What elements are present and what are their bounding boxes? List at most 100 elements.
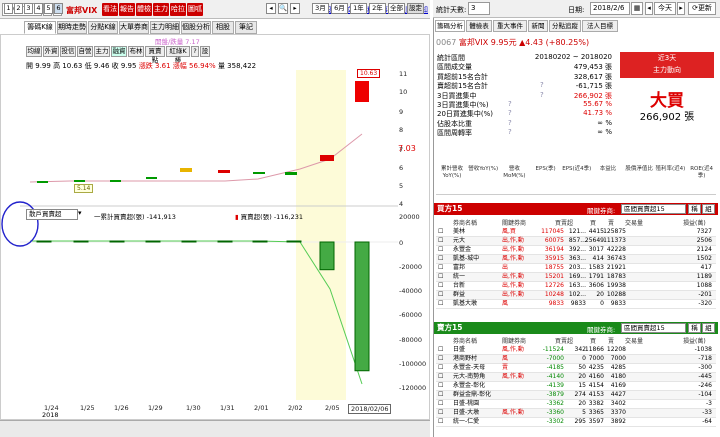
- row-checkbox[interactable]: ☐: [438, 282, 443, 291]
- buy_rows-cell-2: 60075: [544, 237, 564, 244]
- sell-btn1[interactable]: 稱: [688, 323, 701, 333]
- row-checkbox[interactable]: ☐: [438, 355, 443, 364]
- buy_rows-cell-0: 元大: [453, 237, 466, 244]
- row-checkbox[interactable]: ☐: [438, 300, 443, 309]
- date-input[interactable]: 2018/2/6: [590, 2, 630, 15]
- row-checkbox[interactable]: ☐: [438, 409, 443, 418]
- row-checkbox[interactable]: ☐: [438, 364, 443, 373]
- tab-0[interactable]: 籌碼K線: [24, 21, 56, 34]
- volume-bar-2: [109, 240, 125, 243]
- toolbar-button-1[interactable]: 報告: [119, 3, 135, 16]
- today-button[interactable]: 今天: [654, 2, 676, 15]
- sell_rows-cell-4: 4153: [588, 391, 604, 398]
- sell_rows-cell-5: 4180: [610, 373, 626, 380]
- period-button-3[interactable]: 2年: [369, 3, 386, 14]
- sell_rows-cell-6: -445: [698, 373, 712, 380]
- next-date-button[interactable]: ▸: [677, 2, 685, 15]
- period-button-4[interactable]: 全部: [388, 3, 405, 14]
- toolbar-button-2[interactable]: 體檢: [136, 3, 152, 16]
- row-checkbox[interactable]: ☐: [438, 291, 443, 300]
- tab-7[interactable]: 筆記: [235, 21, 257, 34]
- page-button-1[interactable]: 2: [14, 3, 23, 14]
- row-checkbox[interactable]: ☐: [438, 346, 443, 355]
- sell-broker-select[interactable]: 區間買賣超15: [621, 323, 686, 333]
- volume-bar-7: [286, 240, 302, 243]
- buy-btn1[interactable]: 稱: [688, 204, 701, 214]
- row-checkbox[interactable]: ☐: [438, 382, 443, 391]
- row-checkbox[interactable]: ☐: [438, 418, 443, 427]
- row-checkbox[interactable]: ☐: [438, 237, 443, 246]
- calendar-icon[interactable]: ▦: [631, 2, 643, 15]
- x-label-7: 2/02: [288, 404, 303, 412]
- tab-5[interactable]: 個股分析: [181, 21, 211, 34]
- right-tab-1[interactable]: 體檢表: [466, 20, 492, 32]
- row-checkbox[interactable]: ☐: [438, 228, 443, 237]
- toolbar-button-3[interactable]: 主力: [153, 3, 169, 16]
- row-checkbox[interactable]: ☐: [438, 264, 443, 273]
- buy_rows-cell-1: 出,作,動: [502, 273, 524, 280]
- sellcols-col-4: 賣: [608, 338, 615, 345]
- days-select[interactable]: 3: [468, 2, 490, 15]
- fin-header-7: 殖利率(近4): [655, 166, 686, 172]
- toolbar-button-5[interactable]: 圖呱: [187, 3, 203, 16]
- toolbar-button-4[interactable]: 哈拉: [170, 3, 186, 16]
- zoom-out-icon[interactable]: ◂: [266, 3, 276, 14]
- period-button-2[interactable]: 1年: [350, 3, 367, 14]
- right-tab-2[interactable]: 重大事件: [493, 20, 527, 32]
- help-icon-4[interactable]: ?: [540, 91, 544, 99]
- row-checkbox[interactable]: ☐: [438, 373, 443, 382]
- page-button-3[interactable]: 4: [34, 3, 43, 14]
- vol-tick-top: 20000: [399, 213, 420, 221]
- row-checkbox[interactable]: ☐: [438, 273, 443, 282]
- period-button-0[interactable]: 3月: [312, 3, 329, 14]
- help-icon-7[interactable]: ?: [508, 119, 512, 127]
- next-icon[interactable]: ▸: [290, 3, 300, 14]
- sell_rows-cell-5: 4285: [610, 364, 626, 371]
- refresh-button[interactable]: ⟳更新: [688, 2, 716, 15]
- page-button-4[interactable]: 5: [44, 3, 53, 14]
- sell_rows-cell-6: -246: [698, 382, 712, 389]
- row-checkbox[interactable]: ☐: [438, 391, 443, 400]
- help-icon-5[interactable]: ?: [508, 100, 512, 108]
- help-icon-3[interactable]: ?: [540, 81, 544, 89]
- right-tab-3[interactable]: 新聞: [528, 20, 548, 32]
- buy_rows-cell-1: 風: [502, 300, 509, 307]
- right-tab-0[interactable]: 籌碼分析: [435, 20, 465, 32]
- page-button-0[interactable]: 1: [4, 3, 13, 14]
- buy-btn2[interactable]: 組: [702, 204, 715, 214]
- buy_rows-cell-4: 3017: [588, 246, 604, 253]
- buy_rows-cell-2: 12726: [544, 282, 564, 289]
- right-tab-4[interactable]: 分點追蹤: [549, 20, 581, 32]
- tab-3[interactable]: 大單券商: [119, 21, 149, 34]
- help-icon-6[interactable]: ?: [508, 109, 512, 117]
- row-checkbox[interactable]: ☐: [438, 255, 443, 264]
- fin-header-4: EPS(近4季): [562, 166, 592, 172]
- buy_rows-cell-1: 出,作,動: [502, 246, 524, 253]
- toolbar-button-0[interactable]: 看法: [102, 3, 118, 16]
- buy-broker-select[interactable]: 區間買賣超15: [621, 204, 686, 214]
- prev-date-button[interactable]: ◂: [645, 2, 653, 15]
- sell_rows-cell-2: -3302: [546, 418, 564, 425]
- period-button-1[interactable]: 6月: [331, 3, 348, 14]
- right-name: 富邦VIX: [458, 38, 489, 47]
- tab-2[interactable]: 分點K線: [88, 21, 118, 34]
- page-button-2[interactable]: 3: [24, 3, 33, 14]
- tab-6[interactable]: 相股: [212, 21, 234, 34]
- page-button-5[interactable]: 6: [54, 3, 63, 14]
- help-icon-8[interactable]: ?: [508, 128, 512, 136]
- chevron-down-icon[interactable]: ▾: [78, 209, 82, 217]
- buy_rows-cell-5: 21921: [606, 264, 626, 271]
- row-checkbox[interactable]: ☐: [438, 246, 443, 255]
- tab-1[interactable]: 期時走勢: [57, 21, 87, 34]
- row-checkbox[interactable]: ☐: [438, 400, 443, 409]
- sell_rows-cell-5: 3892: [610, 418, 626, 425]
- sell-btn2[interactable]: 組: [702, 323, 715, 333]
- period-button-5[interactable]: 設定: [407, 3, 424, 14]
- tab-4[interactable]: 主力明細: [150, 21, 180, 34]
- buy_rows-cell-3: 392...: [568, 246, 586, 253]
- right-tab-5[interactable]: 法人目標: [582, 20, 618, 32]
- price-high-box: 10.63: [357, 69, 381, 78]
- x-label-2: 1/26: [114, 404, 129, 412]
- indicator-select[interactable]: 散戶買賣超: [26, 209, 78, 220]
- zoom-icon[interactable]: 🔍: [278, 3, 288, 14]
